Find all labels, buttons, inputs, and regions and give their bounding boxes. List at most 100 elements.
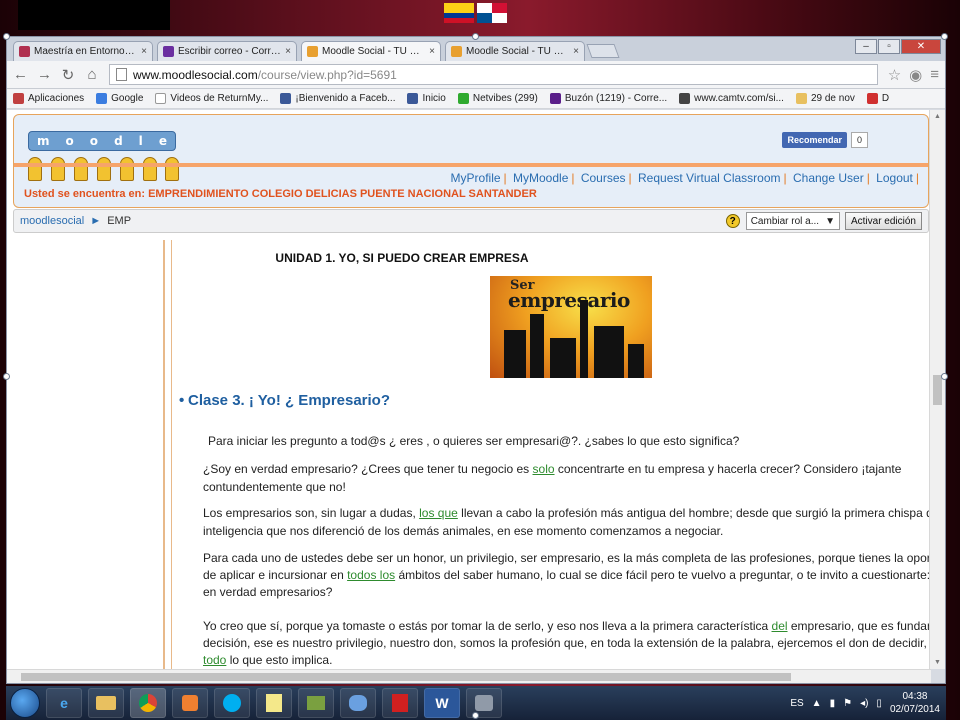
person-icon	[142, 157, 157, 181]
nav-courses[interactable]: Courses	[581, 171, 626, 185]
extension-icon[interactable]: ◉	[909, 66, 922, 84]
ser-empresario-banner: Ser empresario	[490, 276, 652, 378]
bookmark-item[interactable]: Videos de ReturnMy...	[155, 93, 268, 104]
yahoo-icon	[549, 93, 561, 104]
reload-icon[interactable]: ↻	[61, 66, 75, 84]
header-divider	[14, 163, 928, 167]
tab-close-icon[interactable]: ×	[285, 46, 291, 57]
page-icon	[155, 93, 167, 104]
power-icon[interactable]: ▯	[876, 698, 882, 709]
scroll-thumb[interactable]	[933, 375, 942, 405]
page-icon	[116, 68, 127, 81]
edit-mode-button[interactable]: Activar edición	[844, 212, 922, 230]
volume-icon[interactable]: ◂)	[860, 698, 868, 709]
movie-maker-icon[interactable]	[298, 688, 334, 718]
tab-favicon-icon	[19, 46, 30, 57]
role-select[interactable]: Cambiar rol a... ▼	[745, 212, 840, 230]
moodle-social-logo[interactable]: m o o d l e	[24, 127, 184, 183]
nav-request-classroom[interactable]: Request Virtual Classroom	[638, 171, 781, 185]
help-icon[interactable]: ?	[725, 214, 740, 228]
horizontal-scrollbar[interactable]	[7, 669, 931, 683]
scroll-thumb[interactable]	[21, 673, 791, 681]
language-indicator[interactable]: ES	[790, 698, 803, 709]
person-icon	[119, 157, 134, 181]
notes-icon[interactable]	[256, 688, 292, 718]
bookmark-item[interactable]: ¡Bienvenido a Faceb...	[280, 93, 395, 104]
scroll-up-icon[interactable]: ▲	[934, 113, 941, 120]
slide-black-block	[18, 0, 170, 30]
tab-close-icon[interactable]: ×	[573, 46, 579, 57]
person-icon	[74, 157, 89, 181]
scroll-down-icon[interactable]: ▼	[934, 659, 941, 666]
flag-icon[interactable]: ⚑	[843, 698, 852, 709]
show-hidden-icons-icon[interactable]: ▲	[812, 698, 822, 709]
bookmark-item[interactable]: Aplicaciones	[13, 93, 84, 104]
selection-handle[interactable]	[472, 33, 479, 40]
paragraph: todo lo que esto implica.	[203, 653, 333, 667]
bookmark-item[interactable]: Google	[96, 93, 143, 104]
breadcrumb: moodlesocial ► EMP	[20, 215, 726, 227]
person-icon	[28, 157, 43, 181]
paragraph: Para iniciar les pregunto a tod@s ¿ eres…	[208, 434, 740, 448]
tab-maestria[interactable]: Maestría en Entornos Virtu ×	[13, 41, 153, 61]
acrobat-icon[interactable]	[382, 688, 418, 718]
internet-explorer-icon[interactable]: e	[46, 688, 82, 718]
tab-close-icon[interactable]: ×	[429, 46, 435, 57]
new-tab-button[interactable]	[586, 44, 620, 58]
nav-mymoodle[interactable]: MyMoodle	[513, 171, 568, 185]
unit-title: UNIDAD 1. YO, SI PUEDO CREAR EMPRESA	[275, 251, 529, 265]
location-text: Usted se encuentra en: EMPRENDIMIENTO CO…	[24, 188, 537, 200]
url-path: /course/view.php?id=5691	[257, 67, 397, 82]
bookmark-item[interactable]: www.camtv.com/si...	[679, 93, 784, 104]
tab-favicon-icon	[307, 46, 318, 57]
selection-handle[interactable]	[472, 712, 479, 719]
home-icon[interactable]: ⌂	[85, 66, 99, 83]
selection-handle[interactable]	[941, 373, 948, 380]
selection-handle[interactable]	[3, 373, 10, 380]
selection-handle[interactable]	[941, 33, 948, 40]
address-bar[interactable]: www.moodlesocial.com /course/view.php?id…	[109, 64, 878, 85]
bookmark-item[interactable]: Inicio	[407, 93, 446, 104]
bookmark-item[interactable]: Buzón (1219) - Corre...	[549, 93, 667, 104]
breadcrumb-arrow-icon: ►	[90, 215, 102, 227]
tab-close-icon[interactable]: ×	[141, 46, 147, 57]
breadcrumb-bar: moodlesocial ► EMP ? Cambiar rol a... ▼ …	[13, 209, 929, 233]
tab-moodle-active[interactable]: Moodle Social - TU COMU ×	[301, 41, 441, 61]
close-window-icon[interactable]: ✕	[901, 39, 941, 54]
vertical-scrollbar[interactable]: ▲ ▼	[929, 110, 945, 669]
tab-moodle[interactable]: Moodle Social - TU COMU ×	[445, 41, 585, 61]
selection-handle[interactable]	[3, 33, 10, 40]
facebook-recommend-button[interactable]: Recomendar	[782, 132, 847, 148]
facebook-like-count: 0	[850, 132, 868, 148]
back-icon[interactable]: ←	[13, 66, 28, 83]
breadcrumb-home[interactable]: moodlesocial	[20, 215, 84, 227]
menu-icon[interactable]: ≡	[930, 66, 939, 84]
paragraph: ¿Soy en verdad empresario? ¿Crees que te…	[203, 462, 902, 476]
forward-icon[interactable]: →	[37, 66, 52, 83]
minimize-icon[interactable]: –	[855, 39, 877, 54]
paint-icon[interactable]	[340, 688, 376, 718]
bookmark-item[interactable]: Netvibes (299)	[457, 93, 538, 104]
tab-strip: Maestría en Entornos Virtu × Escribir co…	[7, 37, 945, 61]
nav-myprofile[interactable]: MyProfile	[451, 171, 501, 185]
bookmark-item[interactable]: D	[866, 93, 889, 104]
nav-change-user[interactable]: Change User	[793, 171, 864, 185]
star-icon[interactable]: ☆	[888, 66, 901, 84]
tab-correo[interactable]: Escribir correo - Correo Ya ×	[157, 41, 297, 61]
chrome-icon[interactable]	[130, 688, 166, 718]
maximize-icon[interactable]: ▫	[878, 39, 900, 54]
window-controls: – ▫ ✕	[855, 39, 941, 54]
nav-logout[interactable]: Logout	[876, 171, 913, 185]
facebook-icon	[280, 93, 292, 104]
windows-start-icon[interactable]	[10, 688, 40, 718]
word-icon[interactable]: W	[424, 688, 460, 718]
clock[interactable]: 04:38 02/07/2014	[890, 690, 940, 716]
skype-icon[interactable]	[214, 688, 250, 718]
url-host: www.moodlesocial.com	[133, 67, 258, 82]
paragraph: inteligencia que nos diferenció de los d…	[203, 524, 724, 538]
paragraph: decisión, ese es nuestro privilegio, nue…	[203, 636, 931, 650]
media-player-icon[interactable]	[172, 688, 208, 718]
file-explorer-icon[interactable]	[88, 688, 124, 718]
bookmark-item[interactable]: 29 de nov	[795, 93, 855, 104]
network-icon[interactable]: ▮	[830, 698, 836, 709]
